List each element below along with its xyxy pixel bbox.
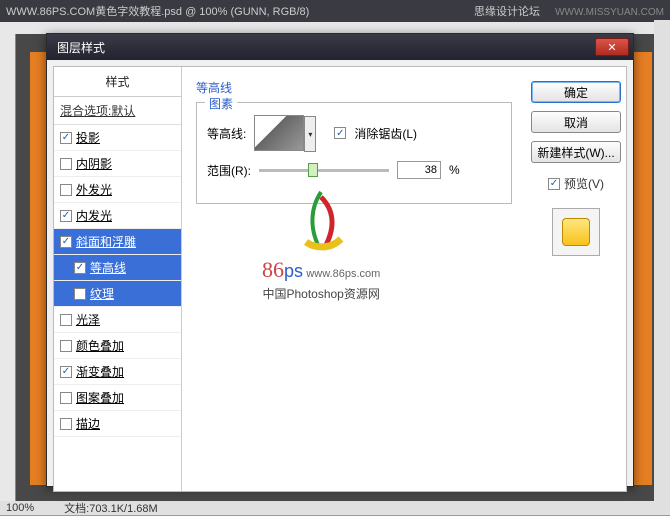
style-item[interactable]: 描边 — [54, 411, 181, 437]
slider-thumb[interactable] — [308, 163, 318, 177]
new-style-button[interactable]: 新建样式(W)... — [531, 141, 621, 163]
style-label: 投影 — [76, 129, 100, 146]
logo-url: www.86ps.com — [306, 268, 380, 280]
style-item[interactable]: 等高线 — [54, 255, 181, 281]
style-checkbox[interactable] — [60, 392, 72, 404]
style-label: 内发光 — [76, 207, 112, 224]
ruler-vertical — [0, 34, 16, 501]
styles-list: 样式 混合选项:默认 投影内阴影外发光内发光斜面和浮雕等高线纹理光泽颜色叠加渐变… — [54, 67, 182, 491]
status-bar: 100% 文档:703.1K/1.68M — [0, 501, 670, 515]
right-scrollbar[interactable] — [654, 20, 670, 501]
close-button[interactable]: ✕ — [595, 38, 629, 56]
style-label: 图案叠加 — [76, 389, 124, 406]
range-slider[interactable] — [259, 169, 389, 172]
style-checkbox[interactable] — [60, 132, 72, 144]
dialog-title: 图层样式 — [57, 39, 105, 56]
style-checkbox[interactable] — [60, 158, 72, 170]
contour-picker[interactable]: ▾ — [254, 115, 304, 151]
forum-label: 思缘设计论坛 — [474, 6, 540, 18]
fieldset-legend: 图素 — [205, 95, 237, 112]
style-checkbox[interactable] — [74, 262, 86, 274]
style-label: 外发光 — [76, 181, 112, 198]
styles-header[interactable]: 样式 — [54, 67, 181, 97]
antialias-checkbox[interactable] — [334, 127, 346, 139]
blend-options-row[interactable]: 混合选项:默认 — [54, 97, 181, 125]
logo-86: 86 — [262, 257, 284, 282]
preview-checkbox[interactable] — [548, 178, 560, 190]
document-title: WWW.86PS.COM黄色字效教程.psd @ 100% (GUNN, RGB… — [6, 3, 309, 19]
contour-panel: 等高线 图素 等高线: ▾ 消除锯齿(L) 范围(R): % — [182, 67, 526, 491]
style-item[interactable]: 投影 — [54, 125, 181, 151]
range-label: 范围(R): — [207, 162, 251, 179]
style-label: 渐变叠加 — [76, 363, 124, 380]
style-item[interactable]: 内发光 — [54, 203, 181, 229]
style-item[interactable]: 光泽 — [54, 307, 181, 333]
zoom-level[interactable]: 100% — [6, 502, 34, 514]
doc-size: 文档:703.1K/1.68M — [64, 500, 158, 516]
style-label: 等高线 — [90, 259, 126, 276]
button-panel: 确定 取消 新建样式(W)... 预览(V) — [526, 67, 626, 491]
range-input[interactable] — [397, 161, 441, 179]
style-item[interactable]: 颜色叠加 — [54, 333, 181, 359]
style-checkbox[interactable] — [60, 210, 72, 222]
contour-dropdown-icon[interactable]: ▾ — [304, 116, 316, 152]
style-item[interactable]: 斜面和浮雕 — [54, 229, 181, 255]
watermark-logo: 86ps www.86ps.com 中国Photoshop资源网 — [262, 187, 380, 302]
style-checkbox[interactable] — [74, 288, 86, 300]
preview-swatch — [552, 208, 600, 256]
style-item[interactable]: 图案叠加 — [54, 385, 181, 411]
range-unit: % — [449, 163, 460, 177]
style-item[interactable]: 渐变叠加 — [54, 359, 181, 385]
logo-cn: 中国Photoshop资源网 — [262, 285, 380, 302]
style-checkbox[interactable] — [60, 418, 72, 430]
cancel-button[interactable]: 取消 — [531, 111, 621, 133]
style-label: 纹理 — [90, 285, 114, 302]
style-checkbox[interactable] — [60, 340, 72, 352]
ok-button[interactable]: 确定 — [531, 81, 621, 103]
style-label: 内阴影 — [76, 155, 112, 172]
layer-style-dialog: 图层样式 ✕ 样式 混合选项:默认 投影内阴影外发光内发光斜面和浮雕等高线纹理光… — [46, 33, 634, 487]
style-checkbox[interactable] — [60, 314, 72, 326]
style-item[interactable]: 内阴影 — [54, 151, 181, 177]
style-label: 描边 — [76, 415, 100, 432]
style-label: 颜色叠加 — [76, 337, 124, 354]
style-checkbox[interactable] — [60, 366, 72, 378]
watermark-url: WWW.MISSYUAN.COM — [555, 7, 664, 18]
style-item[interactable]: 外发光 — [54, 177, 181, 203]
panel-title: 等高线 — [196, 79, 512, 96]
dialog-titlebar[interactable]: 图层样式 ✕ — [47, 34, 633, 60]
preview-thumbnail — [562, 218, 590, 246]
style-checkbox[interactable] — [60, 236, 72, 248]
logo-ps: ps — [284, 261, 303, 281]
style-label: 斜面和浮雕 — [76, 233, 136, 250]
style-checkbox[interactable] — [60, 184, 72, 196]
antialias-label: 消除锯齿(L) — [354, 125, 417, 142]
preview-label: 预览(V) — [564, 175, 604, 192]
style-label: 光泽 — [76, 311, 100, 328]
style-item[interactable]: 纹理 — [54, 281, 181, 307]
app-titlebar: WWW.86PS.COM黄色字效教程.psd @ 100% (GUNN, RGB… — [0, 0, 670, 22]
elements-fieldset: 图素 等高线: ▾ 消除锯齿(L) 范围(R): % — [196, 102, 512, 204]
contour-label: 等高线: — [207, 125, 246, 142]
